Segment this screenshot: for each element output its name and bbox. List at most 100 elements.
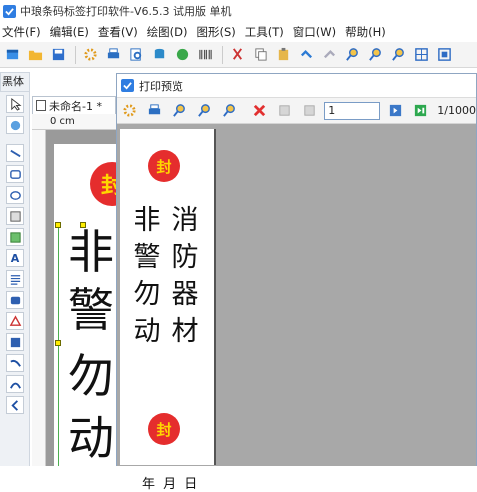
label-paper[interactable]: 封 非 警 勿 动 — [54, 144, 116, 466]
select-tool-icon[interactable] — [6, 95, 24, 113]
label-char: 警 — [133, 242, 161, 273]
open-icon[interactable] — [25, 45, 45, 65]
label-char: 动 — [133, 316, 161, 347]
seal-char-top: 封 — [156, 157, 172, 176]
print-preview-icon[interactable] — [126, 45, 146, 65]
preview-window-icon — [121, 79, 134, 92]
design-canvas[interactable]: 封 非 警 勿 动 — [46, 130, 116, 466]
web-icon[interactable] — [172, 45, 192, 65]
database-icon[interactable] — [149, 45, 169, 65]
redo-icon[interactable] — [319, 45, 339, 65]
copy-icon[interactable] — [250, 45, 270, 65]
title-bar: 中琅条码标签打印软件-V6.5.3 试用版 单机 — [0, 0, 477, 22]
save-icon[interactable] — [48, 45, 68, 65]
undo-icon[interactable] — [296, 45, 316, 65]
menu-help[interactable]: 帮助(H) — [345, 24, 386, 40]
zoom-in-icon[interactable] — [342, 45, 362, 65]
barcode-icon[interactable] — [195, 45, 215, 65]
line-tool-icon[interactable] — [6, 144, 24, 162]
toolbar-divider — [222, 45, 223, 64]
canvas-text-char[interactable]: 动 — [68, 412, 114, 464]
document-tab-label: 未命名-1 * — [49, 99, 102, 113]
zoom-in-icon[interactable] — [170, 101, 190, 121]
print-preview-window: 打印预览 1 1/1000 封 非 警 勿 动 消 防 器 材 封 年 月 日 — [116, 73, 477, 492]
print-icon[interactable] — [103, 45, 123, 65]
picture-tool-icon[interactable] — [6, 228, 24, 246]
canvas-text-char[interactable]: 非 — [68, 226, 114, 278]
menu-window[interactable]: 窗口(W) — [293, 24, 336, 40]
zoom-out-icon[interactable] — [365, 45, 385, 65]
label-char: 勿 — [133, 279, 161, 310]
app-logo-icon — [3, 4, 16, 18]
bracket-tool-icon[interactable] — [6, 396, 24, 414]
menu-edit[interactable]: 编辑(E) — [50, 24, 89, 40]
document-tab[interactable]: 未命名-1 * — [32, 96, 116, 114]
page-total: 1/1000 — [437, 104, 476, 117]
main-toolbar — [0, 42, 477, 68]
toolbar-divider — [75, 45, 76, 64]
label-char: 非 — [133, 205, 161, 236]
horizontal-ruler: 0 cm — [32, 114, 116, 130]
ellipse-tool-icon[interactable] — [6, 186, 24, 204]
seal-circle-top: 封 — [148, 150, 180, 182]
pan-tool-icon[interactable] — [6, 116, 24, 134]
label-text-right-column: 消 防 器 材 — [168, 202, 202, 350]
label-char: 材 — [171, 316, 199, 347]
close-preview-icon[interactable] — [250, 101, 270, 121]
cut-icon[interactable] — [227, 45, 247, 65]
last-page-icon[interactable] — [410, 101, 430, 121]
canvas-text-char[interactable]: 警 — [68, 284, 114, 336]
serial-tool-icon[interactable] — [6, 333, 24, 351]
preview-toolbar: 1 1/1000 — [117, 98, 476, 124]
print-settings-icon[interactable] — [120, 101, 140, 121]
curve-tool-icon[interactable] — [6, 354, 24, 372]
seal-char-bottom: 封 — [156, 420, 172, 439]
menu-view[interactable]: 查看(V) — [98, 24, 138, 40]
seal-circle-design[interactable]: 封 — [90, 162, 116, 206]
new-icon[interactable] — [2, 45, 22, 65]
seal-char-design: 封 — [100, 174, 116, 199]
next-page-icon[interactable] — [386, 101, 406, 121]
ruler-unit-label: 0 cm — [50, 116, 75, 127]
align-icon[interactable] — [434, 45, 454, 65]
canvas-text-char[interactable]: 勿 — [68, 350, 114, 402]
zoom-fit-icon[interactable] — [219, 101, 239, 121]
menu-bar: 文件(F) 编辑(E) 查看(V) 绘图(D) 图形(S) 工具(T) 窗口(W… — [0, 22, 477, 42]
label-char: 消 — [171, 205, 199, 236]
barcode-tool-icon[interactable] — [6, 291, 24, 309]
first-page-icon[interactable] — [275, 101, 295, 121]
paste-icon[interactable] — [273, 45, 293, 65]
label-char: 器 — [171, 279, 199, 310]
label-text-left-column: 非 警 勿 动 — [130, 202, 164, 350]
selection-handle[interactable] — [55, 222, 61, 228]
seal-circle-bottom: 封 — [148, 413, 180, 445]
settings-icon[interactable] — [80, 45, 100, 65]
zoom-out-icon[interactable] — [194, 101, 214, 121]
menu-file[interactable]: 文件(F) — [2, 24, 41, 40]
page-number-input[interactable]: 1 — [324, 101, 380, 120]
rectangle-tool-icon[interactable] — [6, 165, 24, 183]
window-title: 中琅条码标签打印软件-V6.5.3 试用版 单机 — [20, 5, 232, 18]
preview-window-title: 打印预览 — [139, 79, 183, 93]
date-text: 年 月 日 — [142, 477, 200, 492]
selection-handle[interactable] — [55, 340, 61, 346]
preview-canvas: 封 非 警 勿 动 消 防 器 材 封 年 月 日 — [117, 124, 476, 492]
multiline-text-tool-icon[interactable] — [6, 270, 24, 288]
drawing-tools-toolbar: A — [0, 92, 30, 466]
vertical-ruler — [32, 130, 46, 466]
font-name-panel[interactable]: 黑体 — [0, 72, 30, 92]
preview-label: 封 非 警 勿 动 消 防 器 材 封 年 月 日 — [120, 129, 216, 492]
previous-page-icon[interactable] — [299, 101, 319, 121]
preview-title-bar: 打印预览 — [117, 74, 476, 98]
shape-tool-icon[interactable] — [6, 312, 24, 330]
document-icon — [36, 100, 46, 111]
menu-tools[interactable]: 工具(T) — [245, 24, 284, 40]
zoom-fit-icon[interactable] — [388, 45, 408, 65]
arc-tool-icon[interactable] — [6, 375, 24, 393]
menu-draw[interactable]: 绘图(D) — [147, 24, 188, 40]
grid-icon[interactable] — [411, 45, 431, 65]
image-tool-icon[interactable] — [6, 207, 24, 225]
text-tool-icon[interactable]: A — [6, 249, 24, 267]
print-icon[interactable] — [145, 101, 165, 121]
menu-shape[interactable]: 图形(S) — [197, 24, 236, 40]
